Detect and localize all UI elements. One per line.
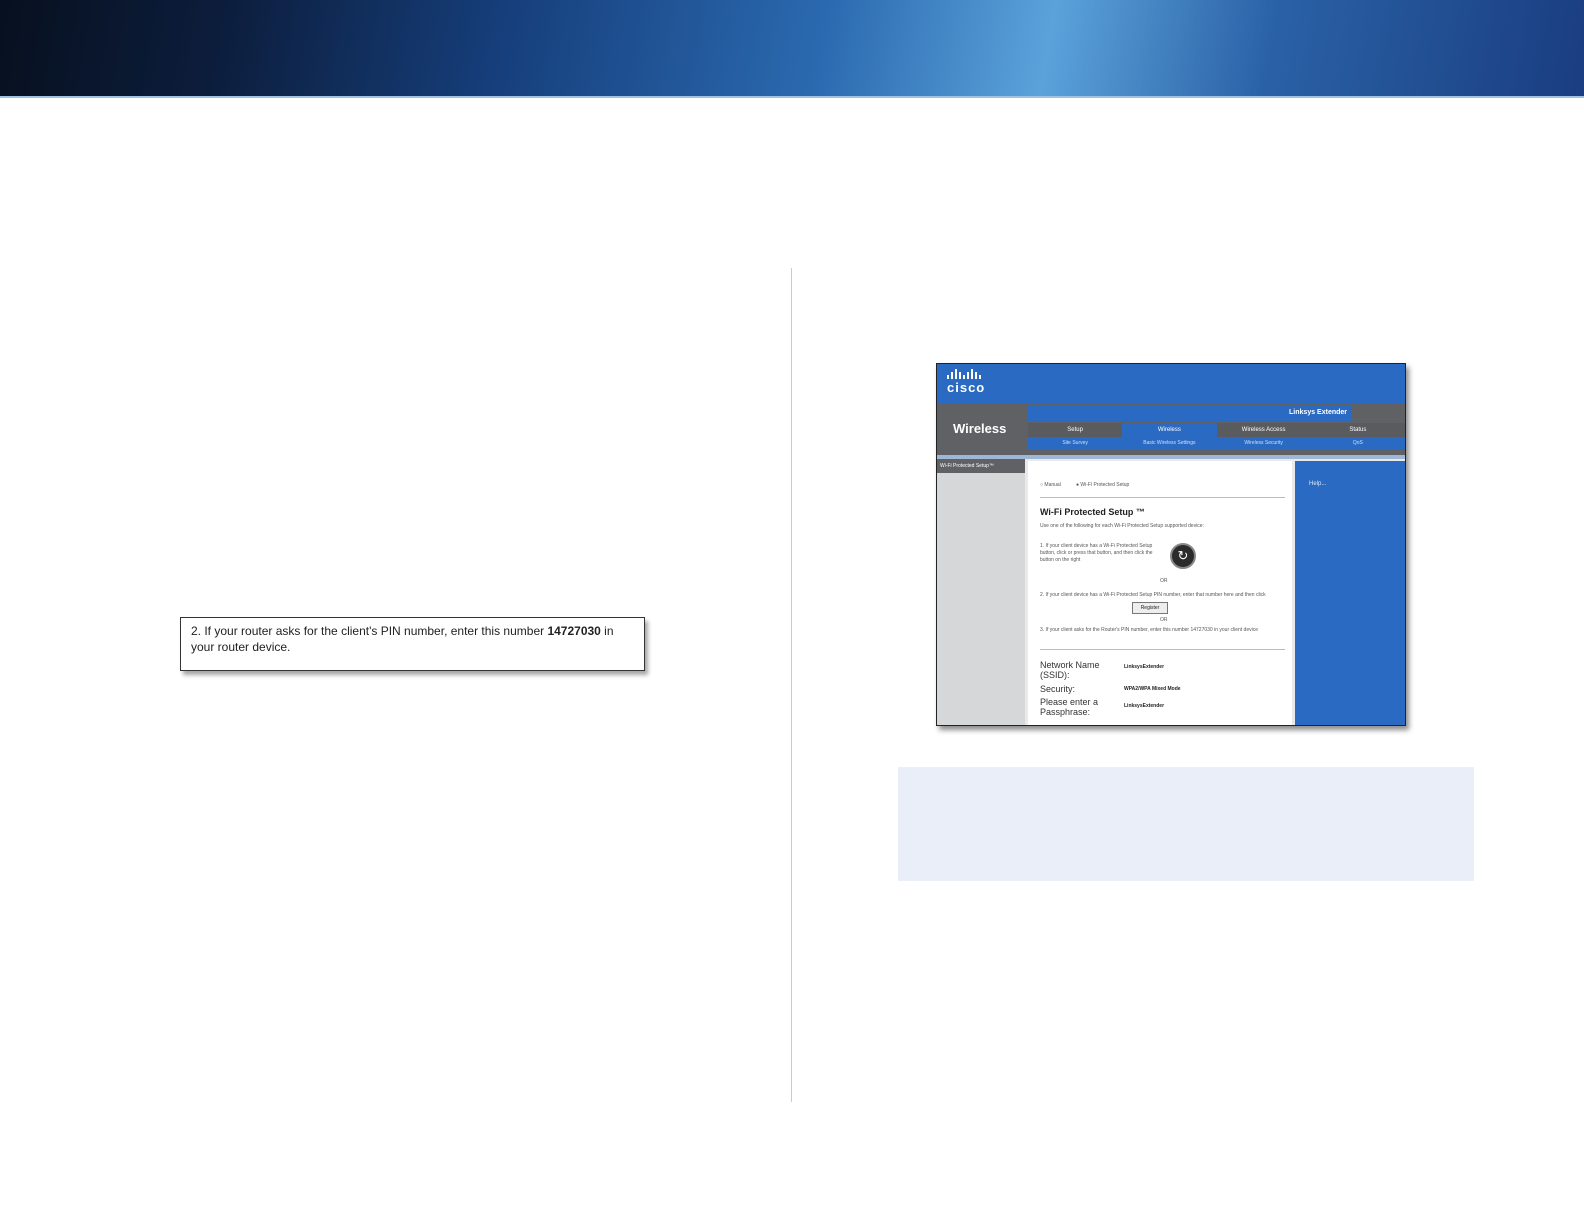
left-panel-heading: Wi-Fi Protected Setup™ — [937, 459, 1025, 473]
tab-wireless[interactable]: Wireless — [1122, 423, 1217, 437]
note-callout-box — [898, 767, 1474, 881]
wps-step-1: 1. If your client device has a Wi-Fi Pro… — [1040, 543, 1153, 563]
sub-tabs: Site Survey Basic Wireless Settings Wire… — [1028, 438, 1405, 449]
or-separator-2: OR — [1160, 617, 1168, 623]
mode-radio-manual[interactable]: ○ Manual — [1040, 482, 1061, 488]
security-value: WPA2/WPA Mixed Mode — [1124, 686, 1181, 692]
subtab-basic-wireless[interactable]: Basic Wireless Settings — [1122, 438, 1216, 449]
tab-wireless-access[interactable]: Wireless Access — [1216, 423, 1311, 437]
wps-step-3: 3. If your client asks for the Router's … — [1040, 627, 1259, 633]
screenshot-help-panel: Help... — [1295, 461, 1405, 725]
wps-step-2: 2. If your client device has a Wi-Fi Pro… — [1040, 592, 1266, 598]
divider — [1040, 497, 1285, 498]
ssid-value: LinksysExtender — [1124, 664, 1165, 670]
pin-instruction-box: 2. If your router asks for the client's … — [180, 617, 645, 671]
screenshot-left-panel — [937, 459, 1025, 725]
pin-text-prefix: 2. If your router asks for the client's … — [191, 624, 548, 638]
security-label: Security: — [1040, 684, 1076, 694]
wps-intro: Use one of the following for each Wi-Fi … — [1040, 523, 1204, 529]
column-divider — [791, 268, 792, 1102]
tab-setup[interactable]: Setup — [1028, 423, 1123, 437]
main-tabs: Setup Wireless Wireless Access Status — [1028, 423, 1405, 437]
help-link[interactable]: Help... — [1309, 481, 1326, 487]
subtab-site-survey[interactable]: Site Survey — [1028, 438, 1122, 449]
ssid-label: Network Name (SSID): — [1040, 660, 1100, 680]
router-ui-screenshot: cisco Wireless Linksys Extender Setup Wi… — [936, 363, 1406, 726]
screenshot-header: cisco — [937, 364, 1405, 403]
mode-wps-label: Wi-Fi Protected Setup — [1080, 482, 1130, 488]
register-button[interactable]: Register — [1132, 602, 1168, 614]
subtab-qos[interactable]: QoS — [1311, 438, 1405, 449]
mode-radio-wps[interactable]: ● Wi-Fi Protected Setup — [1076, 482, 1129, 488]
cisco-wordmark: cisco — [947, 380, 986, 395]
wps-button-icon[interactable]: ↻ — [1170, 543, 1196, 569]
section-title: Wireless — [953, 421, 1007, 436]
screenshot-main-panel: ○ Manual ● Wi-Fi Protected Setup Wi-Fi P… — [1028, 461, 1292, 725]
pin-number: 14727030 — [547, 624, 601, 638]
page-header-banner — [0, 0, 1584, 96]
mode-manual-label: Manual — [1044, 482, 1061, 488]
divider — [1040, 649, 1285, 650]
subtab-wireless-security[interactable]: Wireless Security — [1217, 438, 1311, 449]
product-name: Linksys Extender — [1289, 409, 1347, 416]
wps-title: Wi-Fi Protected Setup ™ — [1040, 507, 1145, 517]
tab-status[interactable]: Status — [1310, 423, 1405, 437]
cisco-logo-icon — [947, 369, 981, 379]
passphrase-value: LinksysExtender — [1124, 703, 1165, 709]
or-separator-1: OR — [1160, 578, 1168, 584]
passphrase-label: Please enter a Passphrase: — [1040, 697, 1099, 717]
header-accent-line — [0, 96, 1584, 98]
